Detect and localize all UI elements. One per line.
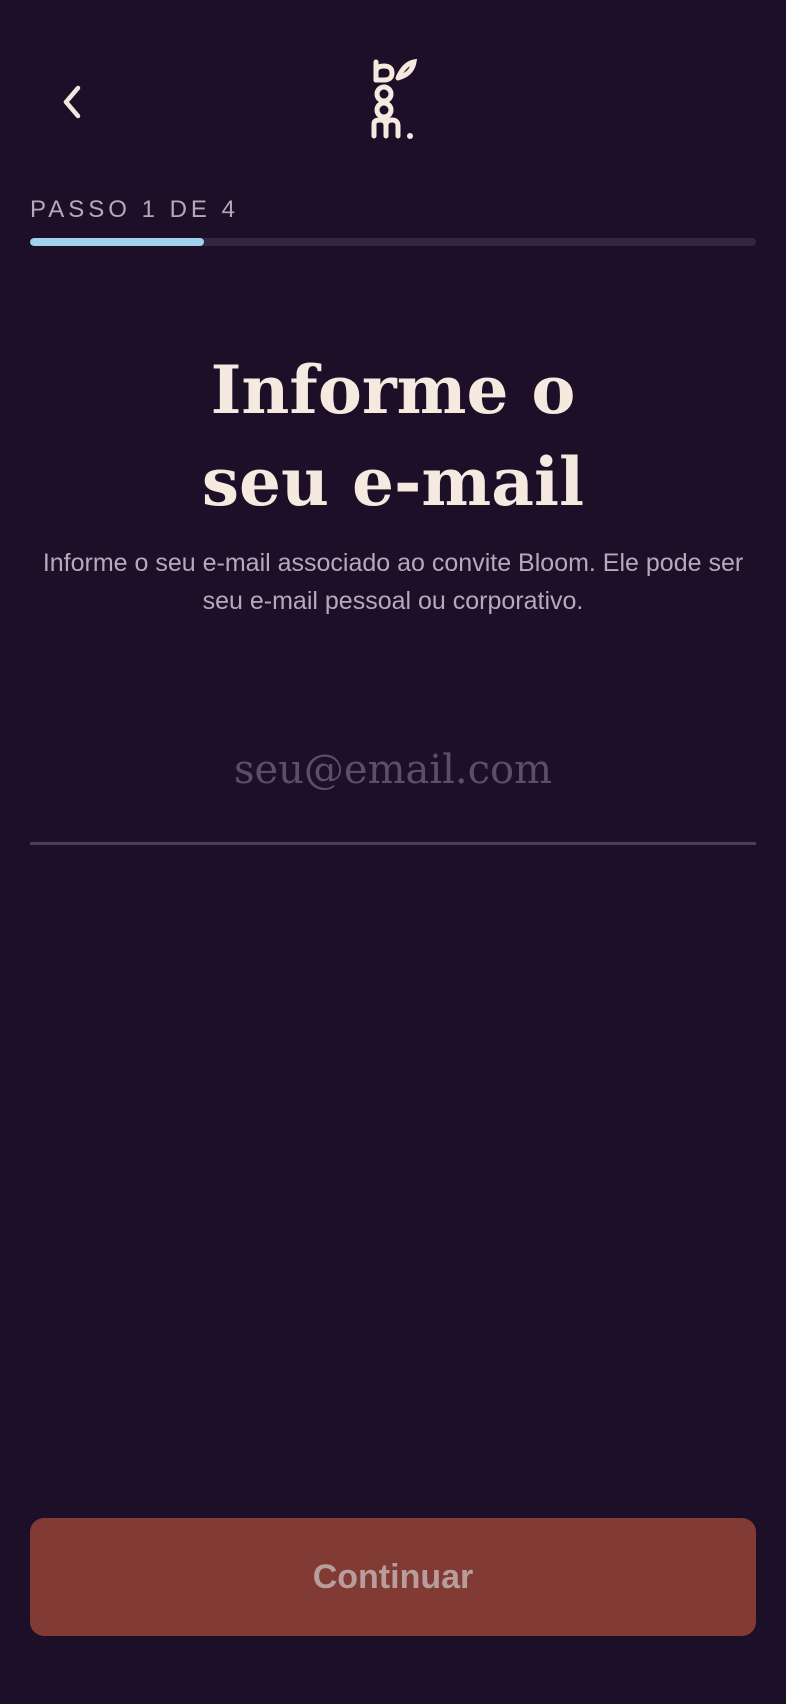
page-title: Informe o seu e-mail bbox=[0, 344, 786, 528]
step-label: PASSO 1 DE 4 bbox=[30, 196, 239, 223]
back-button[interactable] bbox=[46, 76, 98, 128]
chevron-left-icon bbox=[63, 85, 81, 119]
continue-button[interactable]: Continuar bbox=[30, 1518, 756, 1636]
page-title-line1: Informe o bbox=[210, 351, 576, 429]
page-subtitle: Informe o seu e-mail associado ao convit… bbox=[42, 549, 744, 615]
email-input[interactable] bbox=[30, 730, 756, 810]
page-title-line2: seu e-mail bbox=[201, 443, 585, 521]
bloom-logo bbox=[371, 58, 418, 139]
email-step-screen: PASSO 1 DE 4 Informe o seu e-mail Inform… bbox=[0, 0, 786, 1704]
progress-bar bbox=[30, 238, 756, 246]
top-bar bbox=[0, 0, 786, 180]
progress-fill bbox=[30, 238, 205, 246]
email-input-underline bbox=[30, 842, 756, 845]
